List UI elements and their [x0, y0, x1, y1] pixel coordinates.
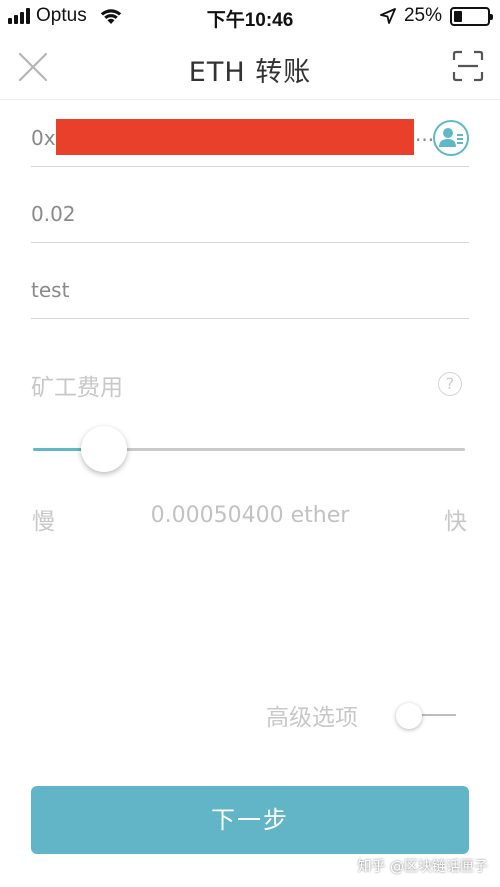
status-bar: Optus 下午10:46 25% — [0, 0, 500, 34]
memo-field[interactable]: test — [31, 264, 469, 319]
fast-label: 快 — [444, 509, 467, 535]
amount-field[interactable]: 0.02 — [31, 188, 469, 243]
contacts-button[interactable] — [433, 120, 469, 156]
fee-value: 0.00050400 ether — [150, 503, 350, 528]
nav-bar: ETH 转账 — [0, 34, 500, 100]
address-field[interactable]: 0x ... — [31, 110, 469, 167]
address-redaction — [56, 119, 414, 155]
location-arrow-icon — [380, 8, 396, 24]
contacts-icon — [439, 128, 463, 147]
memo-value: test — [31, 278, 70, 302]
miner-fee-label: 矿工费用 — [31, 375, 123, 401]
toggle-knob — [396, 703, 422, 729]
address-prefix: 0x — [31, 126, 56, 150]
address-ellipsis: ... — [415, 122, 435, 146]
status-right: 25% — [380, 5, 493, 27]
amount-value: 0.02 — [31, 202, 76, 226]
watermark: 知乎 @区块链话匣子 — [357, 859, 488, 875]
advanced-options-label: 高级选项 — [266, 705, 358, 731]
help-icon[interactable]: ? — [438, 372, 462, 396]
advanced-options-toggle[interactable] — [396, 701, 458, 729]
scan-icon[interactable] — [452, 50, 484, 82]
page-title: ETH 转账 — [188, 57, 312, 88]
battery-icon — [450, 6, 493, 26]
battery-fill — [454, 10, 462, 22]
fee-slider[interactable] — [33, 424, 465, 474]
next-button[interactable]: 下一步 — [31, 786, 469, 854]
slider-thumb[interactable] — [81, 426, 128, 472]
battery-percent: 25% — [403, 5, 442, 26]
